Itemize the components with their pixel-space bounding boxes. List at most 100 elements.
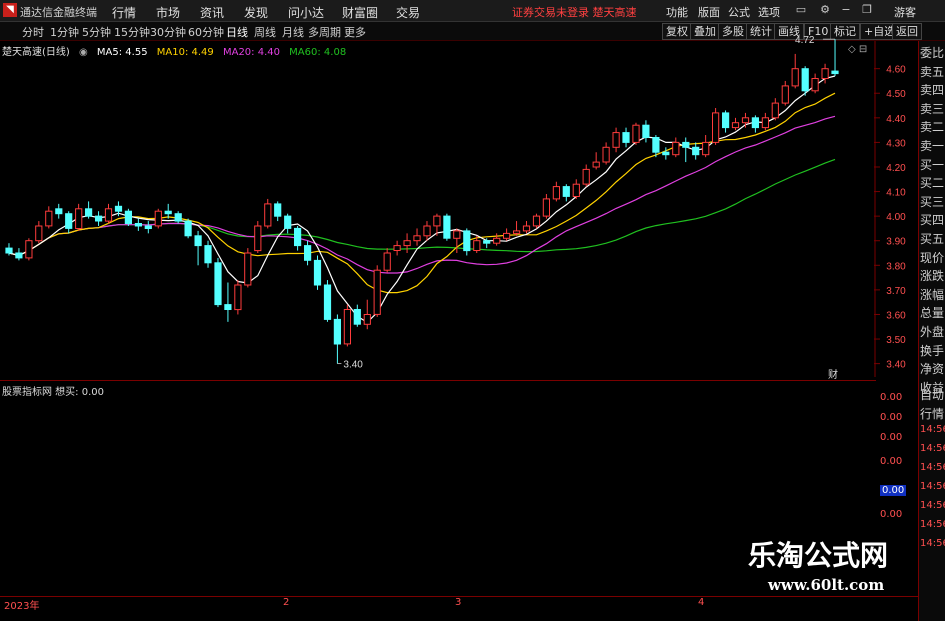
stats-button[interactable]: 统计	[746, 23, 776, 40]
menu-shichang[interactable]: 市场	[156, 4, 180, 21]
candle[interactable]	[333, 314, 341, 364]
candle[interactable]	[612, 127, 620, 153]
candle[interactable]	[761, 112, 769, 131]
candle[interactable]	[234, 280, 242, 315]
candle[interactable]	[771, 98, 779, 121]
candle[interactable]	[463, 228, 471, 256]
candle[interactable]	[134, 218, 143, 231]
candle[interactable]	[592, 152, 600, 170]
candle[interactable]	[383, 248, 391, 273]
candle[interactable]	[254, 221, 262, 254]
candle[interactable]	[493, 233, 501, 246]
candle[interactable]	[45, 206, 53, 229]
candle[interactable]	[75, 203, 83, 231]
candle[interactable]	[55, 203, 63, 219]
candle[interactable]	[194, 230, 202, 266]
minimize-icon[interactable]: −	[838, 2, 854, 18]
candle[interactable]	[672, 137, 680, 158]
candle[interactable]	[174, 211, 182, 224]
collapse-icon[interactable]: ◉	[79, 47, 88, 58]
candle[interactable]	[682, 137, 690, 163]
candle[interactable]	[85, 201, 93, 219]
menu-hangqing[interactable]: 行情	[112, 4, 136, 21]
candle[interactable]	[403, 233, 411, 254]
candle[interactable]	[323, 280, 332, 322]
candle[interactable]	[373, 265, 381, 317]
candle[interactable]	[144, 221, 152, 234]
candle[interactable]	[622, 127, 630, 148]
candle[interactable]	[184, 218, 192, 239]
login-notice[interactable]: 证券交易未登录 楚天高速	[512, 4, 637, 20]
candle[interactable]	[204, 240, 212, 268]
menu-banmian[interactable]: 版面	[698, 4, 720, 20]
candle[interactable]	[542, 194, 550, 219]
candle[interactable]	[274, 201, 282, 222]
indicator-panel[interactable]	[0, 380, 876, 526]
candle[interactable]	[264, 198, 272, 229]
candle[interactable]	[722, 110, 730, 133]
tab-fenshi[interactable]: 分时	[22, 24, 44, 40]
candle[interactable]	[801, 66, 809, 96]
candle[interactable]	[532, 213, 541, 229]
back-button[interactable]: 返回	[892, 23, 922, 40]
candle[interactable]	[632, 122, 640, 145]
candle[interactable]	[572, 179, 580, 199]
candle[interactable]	[702, 135, 710, 158]
restore-icon[interactable]: ❐	[859, 2, 875, 18]
menu-wenxiaoda[interactable]: 问小达	[288, 4, 324, 21]
candle[interactable]	[304, 240, 312, 266]
candle[interactable]	[712, 107, 720, 145]
candle[interactable]	[65, 211, 73, 234]
candle[interactable]	[393, 240, 401, 256]
chart-options-icons[interactable]: ◇ ⊟	[848, 44, 867, 55]
tab-15min[interactable]: 15分钟	[114, 24, 150, 40]
candle[interactable]	[154, 208, 162, 229]
tab-30min[interactable]: 30分钟	[150, 24, 186, 40]
tab-multi-period[interactable]: 多周期	[308, 24, 341, 40]
financial-icon[interactable]: 财	[828, 366, 838, 381]
tab-5min[interactable]: 5分钟	[82, 24, 111, 40]
candle[interactable]	[552, 181, 560, 202]
candle[interactable]	[423, 221, 431, 241]
candle[interactable]	[25, 238, 33, 261]
candle[interactable]	[582, 164, 590, 187]
candle[interactable]	[811, 73, 819, 94]
candle[interactable]	[692, 142, 700, 160]
overlay-button[interactable]: 叠加	[690, 23, 720, 40]
tab-60min[interactable]: 60分钟	[188, 24, 224, 40]
candle[interactable]	[353, 304, 361, 327]
candle[interactable]	[831, 39, 839, 77]
candle[interactable]	[751, 115, 759, 133]
candle[interactable]	[781, 80, 789, 106]
candle[interactable]	[791, 53, 799, 89]
candle[interactable]	[503, 228, 511, 241]
candle[interactable]	[602, 142, 610, 165]
candle[interactable]	[413, 228, 421, 246]
candle[interactable]	[562, 184, 570, 202]
tab-daily[interactable]: 日线	[226, 24, 248, 40]
menu-zixun[interactable]: 资讯	[200, 4, 224, 21]
candle[interactable]	[164, 203, 172, 219]
candle[interactable]	[35, 221, 43, 244]
candle[interactable]	[313, 255, 322, 290]
candlestick-chart[interactable]: 4.60 4.50 4.40 4.30 4.20 4.10 4.00 3.90 3.80 3.70…	[0, 35, 906, 377]
candle[interactable]	[363, 299, 371, 330]
tab-weekly[interactable]: 周线	[254, 24, 276, 40]
tab-monthly[interactable]: 月线	[282, 24, 304, 40]
candle[interactable]	[343, 304, 351, 347]
candle[interactable]	[741, 112, 750, 128]
menu-jiaoyi[interactable]: 交易	[396, 4, 420, 21]
tab-more[interactable]: 更多	[344, 24, 366, 40]
menu-caifuquan[interactable]: 财富圈	[342, 4, 378, 21]
guest-label[interactable]: 游客	[894, 4, 916, 20]
candle[interactable]	[244, 248, 252, 288]
tab-1min[interactable]: 1分钟	[50, 24, 79, 40]
candle[interactable]	[95, 211, 103, 226]
candle[interactable]	[224, 282, 232, 322]
candle[interactable]	[284, 213, 292, 234]
menu-xuanxiang[interactable]: 选项	[758, 4, 780, 20]
candle[interactable]	[522, 221, 531, 234]
menu-gongneng[interactable]: 功能	[666, 4, 688, 20]
multi-stock-button[interactable]: 多股	[718, 23, 748, 40]
candle[interactable]	[214, 257, 222, 308]
